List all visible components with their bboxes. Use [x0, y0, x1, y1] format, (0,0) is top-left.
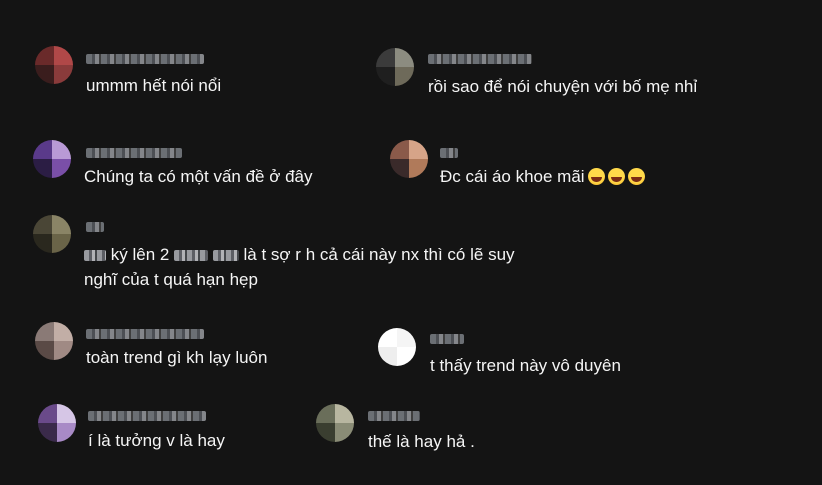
avatar-pixel — [376, 67, 395, 86]
avatar-pixel — [33, 215, 52, 234]
avatar-pixel — [52, 140, 71, 159]
redacted-text — [212, 250, 239, 262]
avatar-pixel — [54, 341, 73, 360]
comment-text: toàn trend gì kh lạy luôn — [86, 348, 268, 367]
laughing-emoji-icon — [627, 168, 645, 185]
avatar-pixel — [38, 404, 57, 423]
avatar[interactable] — [316, 404, 354, 442]
avatar-pixel — [378, 347, 397, 366]
avatar-pixel — [57, 423, 76, 442]
avatar-pixel — [35, 322, 54, 341]
comment-text-part-2: là t sợ r h cả cái này nx thì có lẽ suy — [243, 245, 515, 264]
avatar-pixel — [397, 328, 416, 347]
avatar-pixel — [335, 423, 354, 442]
comment-text-part-1: ký lên 2 — [110, 245, 170, 264]
avatar-pixel — [35, 341, 54, 360]
avatar[interactable] — [376, 48, 414, 86]
comment-text: Đc cái áo khoe mãi — [440, 165, 645, 189]
avatar-pixel — [54, 46, 73, 65]
username-redacted[interactable] — [428, 54, 532, 64]
avatar-pixel — [316, 423, 335, 442]
redacted-text — [84, 250, 106, 262]
comment-text: ummm hết nói nổi — [86, 76, 222, 95]
comment-text: ký lên 2 là t sợ r h cả cái này nx thì c… — [84, 243, 515, 267]
username-redacted[interactable] — [86, 222, 104, 232]
avatar-pixel — [378, 328, 397, 347]
avatar[interactable] — [38, 404, 76, 442]
avatar[interactable] — [33, 215, 71, 253]
comment-text-content: Đc cái áo khoe mãi — [440, 167, 585, 186]
username-redacted[interactable] — [368, 411, 420, 421]
avatar-pixel — [33, 234, 52, 253]
laughing-emoji-icon — [587, 168, 605, 185]
username-redacted[interactable] — [86, 54, 204, 64]
username-redacted[interactable] — [430, 334, 464, 344]
laughing-emoji-icon — [607, 168, 625, 185]
comment-text: t thấy trend này vô duyên — [430, 356, 621, 375]
avatar-pixel — [376, 48, 395, 67]
avatar-pixel — [35, 46, 54, 65]
avatar-pixel — [33, 140, 52, 159]
avatar-pixel — [390, 140, 409, 159]
username-redacted[interactable] — [440, 148, 458, 158]
avatar-pixel — [409, 159, 428, 178]
comment-text: í là tưởng v là hay — [88, 431, 225, 450]
avatar[interactable] — [35, 322, 73, 360]
avatar-pixel — [316, 404, 335, 423]
comment-text: Chúng ta có một vấn đề ở đây — [84, 167, 313, 186]
avatar-pixel — [52, 234, 71, 253]
avatar-pixel — [335, 404, 354, 423]
comment-text-line-2: nghĩ của t quá hạn hẹp — [84, 270, 258, 289]
avatar-pixel — [397, 347, 416, 366]
avatar[interactable] — [33, 140, 71, 178]
avatar-pixel — [52, 215, 71, 234]
avatar-pixel — [390, 159, 409, 178]
username-redacted[interactable] — [86, 148, 182, 158]
avatar-pixel — [35, 65, 54, 84]
avatar-pixel — [395, 67, 414, 86]
avatar-pixel — [38, 423, 57, 442]
avatar-pixel — [33, 159, 52, 178]
comment-text: thế là hay hả . — [368, 432, 475, 451]
username-redacted[interactable] — [86, 329, 204, 339]
avatar[interactable] — [390, 140, 428, 178]
avatar-pixel — [52, 159, 71, 178]
avatar-pixel — [54, 65, 73, 84]
avatar-pixel — [395, 48, 414, 67]
comment-text: rồi sao để nói chuyện với bố mẹ nhỉ — [428, 77, 698, 96]
avatar[interactable] — [378, 328, 416, 366]
avatar[interactable] — [35, 46, 73, 84]
redacted-text — [174, 250, 209, 262]
avatar-pixel — [57, 404, 76, 423]
avatar-pixel — [409, 140, 428, 159]
avatar-pixel — [54, 322, 73, 341]
username-redacted[interactable] — [88, 411, 206, 421]
